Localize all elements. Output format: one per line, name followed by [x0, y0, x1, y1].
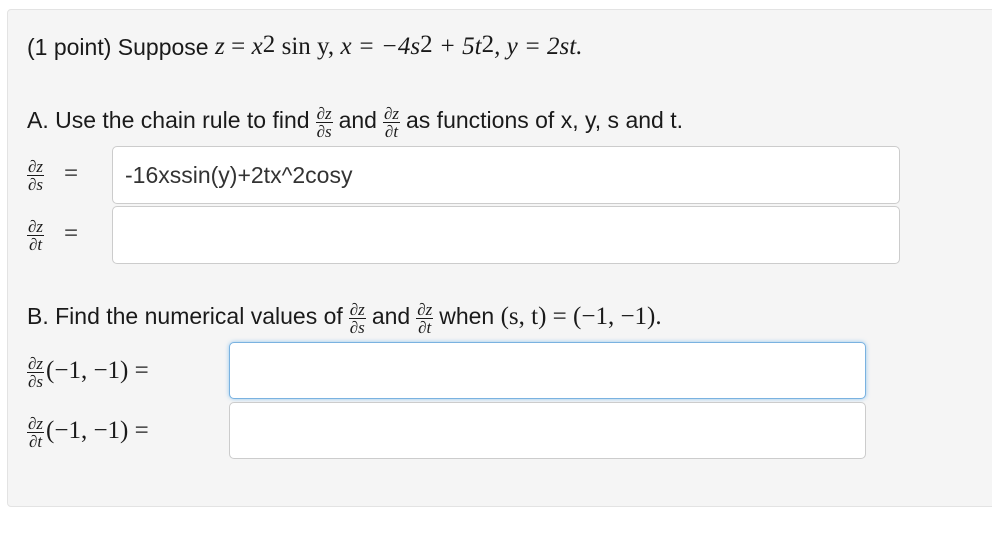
partial-z-s-fraction: ∂z ∂s [315, 104, 333, 141]
intro-word: Suppose [117, 33, 209, 60]
fraction-denominator: ∂s [316, 122, 332, 141]
part-b-dzdt-label: ∂z ∂t (−1, −1) = [27, 414, 149, 451]
fraction-denominator: ∂s [28, 372, 44, 391]
part-a-prompt: A. Use the chain rule to find ∂z ∂s and … [27, 104, 683, 141]
equals-sign: = [64, 219, 79, 247]
fraction-numerator: ∂z [416, 300, 434, 319]
partial-z-s-fraction: ∂z ∂s [348, 300, 366, 337]
part-a-suffix: as functions of x, y, s and t. [406, 107, 683, 133]
partial-z-s-fraction: ∂z ∂s [27, 354, 45, 391]
answer-dzds-input[interactable]: -16xssin(y)+2tx^2cosy [112, 146, 900, 204]
part-b-when: when [439, 303, 495, 329]
part-b-prompt: B. Find the numerical values of ∂z ∂s an… [27, 300, 662, 337]
fraction-denominator: ∂s [349, 318, 365, 337]
formula-eq: = [231, 33, 246, 60]
fraction-numerator: ∂z [382, 104, 400, 123]
partial-z-t-fraction: ∂z ∂t [382, 104, 400, 141]
point-eq: (−1, −1) = [46, 356, 149, 384]
formula-x: x [251, 33, 263, 60]
equals-sign: = [64, 159, 79, 187]
part-b-dzds-label: ∂z ∂s (−1, −1) = [27, 354, 149, 391]
answer-dzdt-input[interactable] [112, 206, 900, 264]
partial-z-t-fraction: ∂z ∂t [416, 300, 434, 337]
part-a-dzds-label: ∂z ∂s = [27, 157, 79, 194]
answer-dzds-value-input[interactable] [229, 342, 866, 399]
fraction-denominator: ∂t [28, 235, 43, 254]
answer-dzdt-value-input[interactable] [229, 402, 866, 459]
part-b-and: and [371, 303, 411, 329]
formula-exp-s: 2 [420, 31, 433, 58]
fraction-numerator: ∂z [27, 217, 45, 236]
formula-exp-t: 2 [481, 31, 495, 58]
fraction-numerator: ∂z [315, 104, 333, 123]
part-a-and: and [338, 107, 377, 133]
part-a-dzdt-label: ∂z ∂t = [27, 217, 79, 254]
formula-x-def: x = −4s [340, 33, 421, 60]
partial-z-s-fraction: ∂z ∂s [27, 157, 45, 194]
partial-z-t-fraction: ∂z ∂t [27, 217, 45, 254]
point-eq: (−1, −1) = [46, 416, 149, 444]
part-b-condition: (s, t) = (−1, −1). [500, 302, 662, 330]
fraction-numerator: ∂z [27, 354, 45, 373]
formula-y-def: , y = 2st. [494, 33, 583, 60]
fraction-numerator: ∂z [348, 300, 366, 319]
part-a-prefix: A. Use the chain rule to find [27, 107, 310, 133]
fraction-denominator: ∂s [28, 175, 44, 194]
fraction-numerator: ∂z [27, 157, 45, 176]
points-label: (1 point) [27, 33, 112, 60]
fraction-denominator: ∂t [418, 318, 432, 337]
fraction-denominator: ∂t [28, 432, 43, 451]
fraction-denominator: ∂t [384, 122, 399, 141]
part-b-prefix: B. Find the numerical values of [27, 303, 343, 329]
formula-z: z [214, 33, 225, 60]
fraction-numerator: ∂z [27, 414, 45, 433]
partial-z-t-fraction: ∂z ∂t [27, 414, 45, 451]
formula-plus-5t: + 5t [439, 33, 482, 60]
problem-statement: (1 point) Suppose z = x2 sin y, x = −4s 2… [27, 31, 583, 61]
formula-exp-x: 2 [262, 31, 276, 58]
formula-sin-y: sin y, [281, 33, 335, 60]
